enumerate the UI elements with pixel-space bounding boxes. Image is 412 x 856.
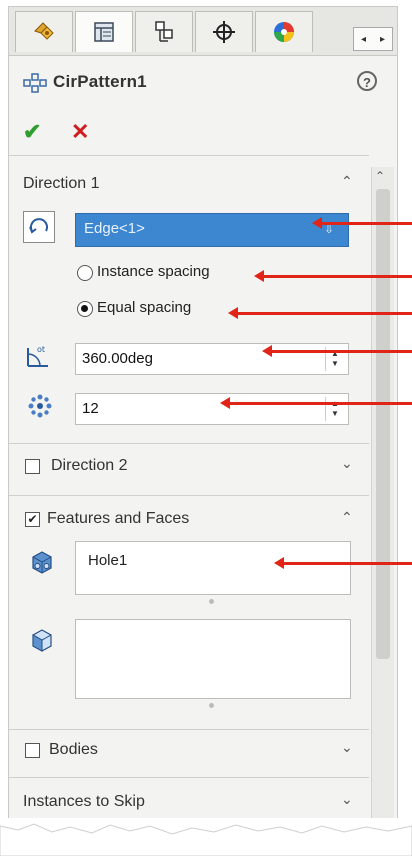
bodies-expand-icon[interactable]: ⌄ (341, 739, 353, 756)
cancel-button[interactable]: ✕ (71, 119, 89, 145)
featuremanager-icon (34, 22, 54, 40)
features-list-item[interactable]: Hole1 (88, 552, 338, 569)
instances-input[interactable]: 12 ▲▼ (75, 393, 349, 425)
angle-input[interactable]: 360.00deg ▲ ▼ (75, 343, 349, 375)
list-resize-handle[interactable] (209, 703, 214, 708)
direction1-collapse-icon[interactable]: ⌃ (341, 173, 353, 190)
annotation-arrow (262, 345, 412, 357)
instances-spinner[interactable]: ▲▼ (325, 397, 344, 421)
bodies-title[interactable]: Bodies (49, 741, 98, 759)
annotation-arrow (312, 217, 412, 229)
features-faces-title[interactable]: Features and Faces (47, 510, 189, 528)
tab-configurationmanager[interactable] (135, 11, 193, 52)
instances-to-skip-title[interactable]: Instances to Skip (23, 793, 145, 811)
divider (9, 155, 369, 156)
features-list[interactable]: Hole1 (75, 541, 351, 595)
tab-dimxpert[interactable] (195, 11, 253, 52)
faces-list[interactable] (75, 619, 351, 699)
pattern-axis-value: Edge<1> (84, 220, 145, 237)
circular-pattern-icon (23, 73, 47, 93)
feature-title-row: CirPattern1 ? (9, 59, 397, 101)
faces-to-pattern-icon (27, 625, 57, 655)
tab-scroll-buttons[interactable]: ◂ ▸ (353, 27, 393, 51)
divider (9, 495, 369, 496)
direction2-expand-icon[interactable]: ⌄ (341, 455, 353, 472)
help-icon[interactable]: ? (357, 71, 377, 91)
scroll-up-icon[interactable]: ⌃ (375, 169, 385, 183)
manager-tab-bar: ◂ ▸ (9, 7, 397, 56)
instances-icon (25, 391, 55, 421)
svg-text:ot: ot (37, 345, 45, 354)
annotation-arrow (220, 397, 412, 409)
tab-featuremanager[interactable] (15, 11, 73, 52)
feature-title: CirPattern1 (53, 72, 147, 91)
crosshair-icon (213, 21, 235, 43)
tab-scroll-left-icon[interactable]: ◂ (361, 34, 366, 45)
equal-spacing-label[interactable]: Equal spacing (97, 299, 191, 316)
propertymanager-icon (94, 22, 114, 42)
pattern-axis-field[interactable]: Edge<1> ⇩ (75, 213, 349, 247)
tab-propertymanager[interactable] (75, 11, 133, 52)
direction2-checkbox[interactable] (25, 459, 40, 474)
instance-spacing-radio[interactable] (77, 265, 93, 281)
annotation-arrow (274, 557, 412, 569)
tab-scroll-right-icon[interactable]: ▸ (380, 34, 385, 45)
direction1-title[interactable]: Direction 1 (23, 175, 99, 193)
instances-to-skip-expand-icon[interactable]: ⌄ (341, 791, 353, 808)
tab-display-manager[interactable] (255, 11, 313, 52)
torn-edge-decoration (0, 818, 412, 856)
configurationmanager-icon (155, 21, 173, 42)
divider (9, 443, 369, 444)
direction2-title[interactable]: Direction 2 (51, 457, 127, 475)
ok-button[interactable]: ✔ (23, 119, 41, 145)
scroll-thumb[interactable] (376, 189, 390, 659)
instances-value: 12 (82, 400, 99, 417)
annotation-arrow (254, 270, 412, 282)
propertymanager-panel: ◂ ▸ CirPattern1 ? ✔ ✕ ⌃ Direction 1 ⌃ Ed… (8, 6, 398, 828)
instance-spacing-label[interactable]: Instance spacing (97, 263, 210, 280)
divider (9, 729, 369, 730)
angle-icon: ot (23, 341, 53, 371)
features-faces-checkbox[interactable]: ✔ (25, 512, 40, 527)
features-faces-collapse-icon[interactable]: ⌃ (341, 509, 353, 526)
bodies-checkbox[interactable] (25, 743, 40, 758)
list-resize-handle[interactable] (209, 599, 214, 604)
features-to-pattern-icon (27, 547, 57, 577)
color-wheel-icon (274, 22, 294, 42)
angle-value: 360.00deg (82, 350, 153, 367)
vertical-scrollbar[interactable]: ⌃ (371, 167, 394, 827)
divider (9, 777, 369, 778)
pattern-axis-icon[interactable] (23, 211, 55, 243)
annotation-arrow (228, 307, 412, 319)
equal-spacing-radio[interactable] (77, 301, 93, 317)
